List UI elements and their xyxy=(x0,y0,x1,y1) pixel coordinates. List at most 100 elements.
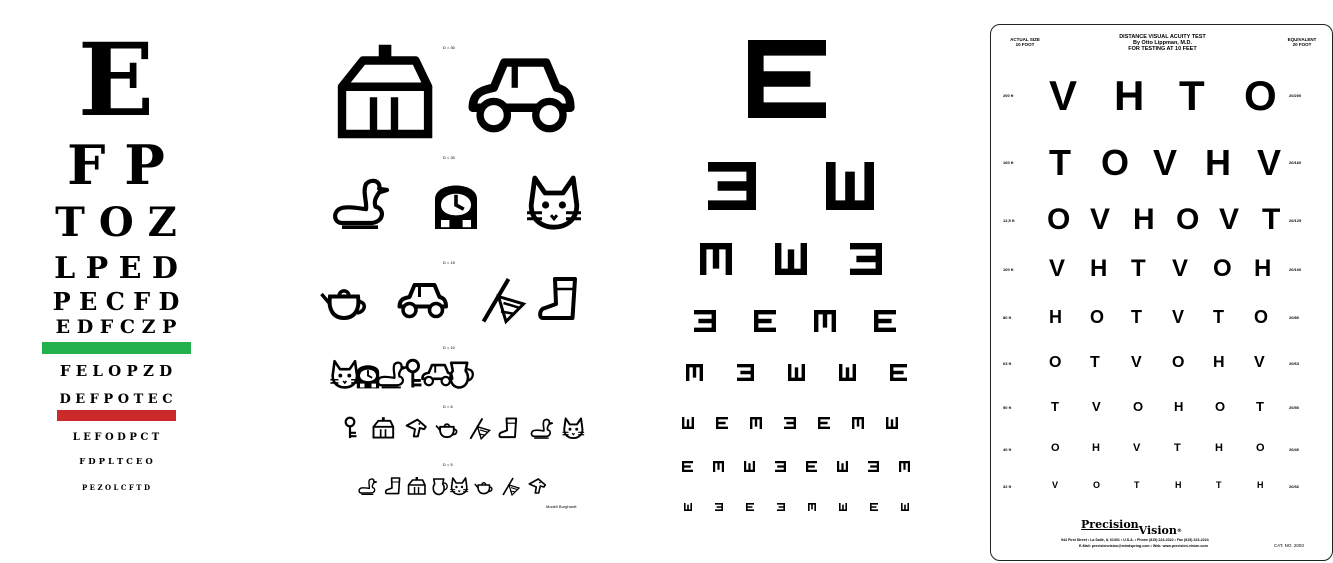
snellen-row: F P xyxy=(67,133,165,197)
header-right-line: 20 FOOT xyxy=(1292,41,1312,47)
optotype-letter: O xyxy=(1101,142,1130,183)
row-label: D = 30 xyxy=(443,45,455,50)
teapot-icon xyxy=(320,289,366,321)
tumbling-e-down xyxy=(712,460,725,473)
teapot-icon xyxy=(474,482,493,495)
row-acuity-right: 20/32 xyxy=(1289,484,1300,490)
optotype-letter: T xyxy=(1213,307,1224,327)
tumbling-e-left xyxy=(715,503,723,511)
tumbling-e-up xyxy=(838,363,857,382)
chart-footer: Modell Burghardt xyxy=(546,504,577,509)
duck-icon xyxy=(530,418,554,439)
cat-icon xyxy=(450,477,469,496)
optotype-letter: V xyxy=(1219,203,1240,236)
row-acuity-left: 100 ft xyxy=(1003,266,1014,272)
row-acuity-left: 63 ft xyxy=(1003,361,1012,367)
address-line: 944 First Street • La Salle, IL 61301 • … xyxy=(1061,538,1209,542)
row-acuity-right: 20/50 xyxy=(1289,404,1300,410)
cat-icon xyxy=(562,417,585,440)
picture-chart: D = 30 D = 30 D = 15 D = 10 D = 6 D = 5 … xyxy=(300,0,600,563)
header-left: ACTUAL SIZE 10 FOOT xyxy=(1003,37,1047,48)
tumbling-e-up xyxy=(774,242,808,276)
optotype-letter: T xyxy=(1049,142,1071,183)
optotype-letter: H xyxy=(1205,142,1231,183)
jug-icon xyxy=(449,361,474,389)
flag-icon xyxy=(481,277,527,325)
optotype-letter: T xyxy=(1216,480,1222,490)
tumbling-e-right xyxy=(874,310,896,332)
duck-icon xyxy=(358,478,378,496)
boot-icon xyxy=(538,277,577,320)
header-distance: FOR TESTING AT 10 FEET xyxy=(1128,46,1197,53)
red-line xyxy=(57,410,176,421)
tumbling-e-down xyxy=(749,416,763,430)
tumbling-e-right xyxy=(818,417,830,429)
row-label: D = 10 xyxy=(443,345,455,350)
email-line: E-Mail: precisionvision@mindspring.com •… xyxy=(1079,544,1208,548)
tumbling-e-down xyxy=(813,309,837,333)
optotype-letter: H xyxy=(1049,307,1062,327)
tumbling-e-right xyxy=(754,310,776,332)
snellen-row: F D P L T C E O xyxy=(79,457,153,467)
catalog-number: CAT. NO. 2003 xyxy=(1274,543,1304,548)
optotype-letter: H xyxy=(1090,255,1108,282)
row-acuity-right: 20/160 xyxy=(1289,160,1302,166)
tumbling-e-symbols xyxy=(681,40,911,512)
row-label: D = 30 xyxy=(443,155,455,160)
tumbling-e-down xyxy=(699,242,733,276)
optotype-letter: O xyxy=(1213,255,1232,282)
snellen-row: E xyxy=(77,21,155,139)
tumbling-e-up xyxy=(683,502,693,512)
header-left-line: 10 FOOT xyxy=(1015,41,1035,47)
header-right: EQUIVALENT 20 FOOT xyxy=(1279,37,1325,48)
tumbling-e-down xyxy=(851,416,865,430)
optotype-letter: V xyxy=(1133,442,1141,454)
snellen-row: L E F O D P C T xyxy=(72,432,160,443)
snellen-row: P E C F D xyxy=(52,287,180,316)
row-label: D = 6 xyxy=(443,404,453,409)
optotype-letter: O xyxy=(1215,399,1226,414)
tumbling-e-left xyxy=(775,461,786,472)
tumbling-e-right xyxy=(716,417,728,429)
optotype-letter: T xyxy=(1131,307,1142,327)
key-icon xyxy=(344,416,357,439)
tumbling-e-up xyxy=(681,416,695,430)
tumbling-e-right xyxy=(870,503,878,511)
optotype-letter: H xyxy=(1213,354,1225,371)
tumbling-e-down xyxy=(807,502,817,512)
row-acuity-left: 200 ft xyxy=(1003,92,1014,98)
row-acuity-right: 20/200 xyxy=(1289,92,1302,98)
tumbling-e-up xyxy=(743,460,756,473)
optotype-letter: V xyxy=(1052,480,1059,490)
optotype-letter: O xyxy=(1176,203,1200,236)
optotype-letter: O xyxy=(1244,72,1277,119)
optotype-letter: V xyxy=(1049,72,1078,119)
optotype-letter: V xyxy=(1153,142,1178,183)
tumbling-e-up xyxy=(885,416,899,430)
row-acuity-right: 20/125 xyxy=(1289,217,1302,223)
house-icon xyxy=(407,477,426,495)
optotype-letter: T xyxy=(1262,203,1281,236)
optotype-letter: T xyxy=(1256,399,1264,414)
snellen-row: P E Z O L C F T D xyxy=(81,483,151,492)
tumbling-e-up xyxy=(838,502,848,512)
optotype-letter: H xyxy=(1092,442,1100,454)
row-acuity-left: 12,5 ft xyxy=(1003,217,1015,223)
row-acuity-right: 20/40 xyxy=(1289,446,1300,452)
car-icon xyxy=(468,58,575,133)
brand-logo: PrecisionVision® xyxy=(1081,518,1182,537)
tumbling-e-right xyxy=(890,364,907,381)
cat-icon xyxy=(330,359,360,389)
snellen-row: D E F P O T E C xyxy=(59,392,173,407)
car-icon xyxy=(421,363,454,387)
optotype-letter: V xyxy=(1131,354,1142,371)
optotype-letter: O xyxy=(1047,203,1071,236)
optotype-letter: O xyxy=(1049,354,1062,371)
optotype-letter: V xyxy=(1172,307,1185,327)
optotype-letter: H xyxy=(1175,480,1182,490)
optotype-letter: O xyxy=(1093,480,1101,490)
snellen-row: L P E D xyxy=(54,251,178,286)
optotype-letter: H xyxy=(1257,480,1264,490)
row-acuity-right: 20/80 xyxy=(1289,315,1300,321)
boot-icon xyxy=(384,477,401,495)
